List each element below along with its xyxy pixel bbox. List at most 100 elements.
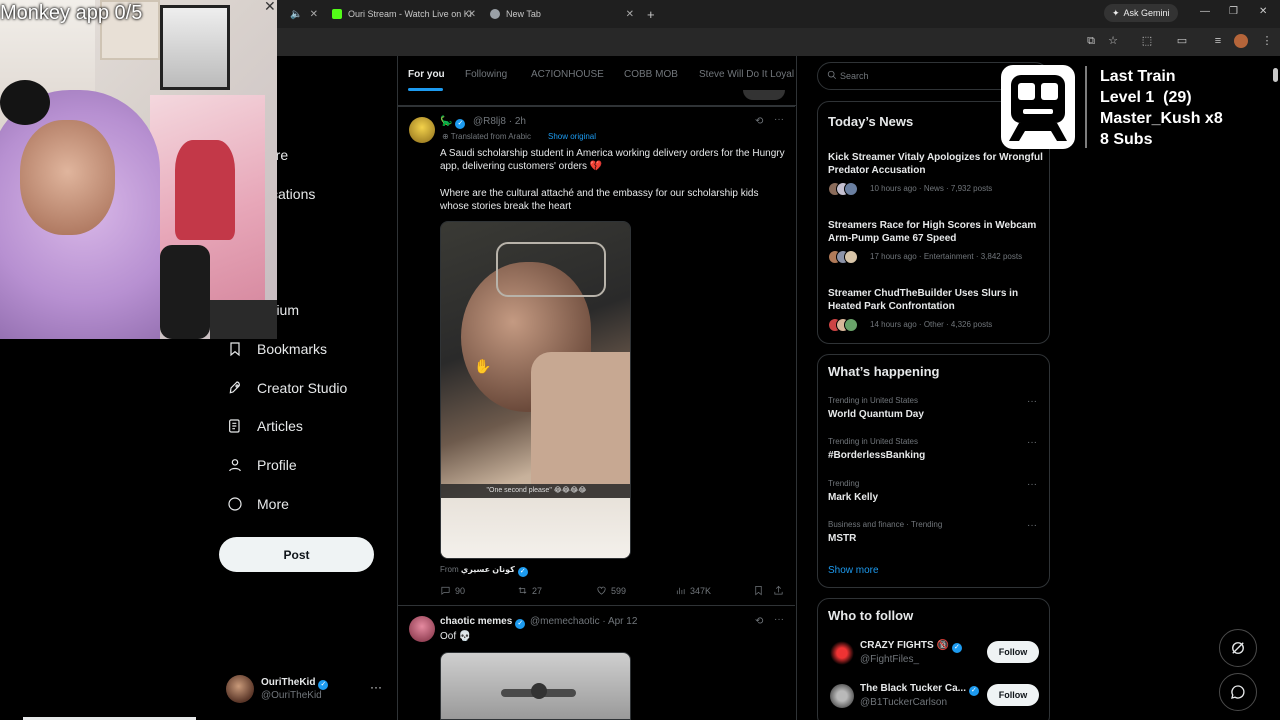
reply-button[interactable]: 90 [440,585,465,596]
more-icon[interactable]: ··· [774,114,784,125]
messages-fab[interactable] [1219,673,1257,711]
news-avatars [828,318,864,332]
active-tab-indicator [408,88,443,91]
verified-icon: ✓ [318,680,329,690]
nav-bookmarks[interactable]: Bookmarks [226,337,327,361]
repost-button[interactable]: 27 [517,585,542,596]
sidepanel-icon[interactable]: ▭ [1175,34,1189,48]
show-original-link[interactable]: Show original [548,132,596,141]
tab-ac7ionhouse[interactable]: AC7IONHOUSE [531,69,604,80]
share-button[interactable] [773,585,784,596]
avatar[interactable] [830,641,854,665]
tab-new-tab[interactable]: New Tab ✕ [490,3,634,25]
trend-name[interactable]: #BorderlessBanking [828,450,925,461]
video-source[interactable]: From كونان عسيري ✓ [440,565,531,577]
more-icon[interactable]: ··· [1027,396,1037,407]
kick-icon [332,9,342,19]
tweet-author[interactable]: 🦕 ✓ [440,116,468,129]
video-caption: "One second please" 😂😂😂😂 [441,484,630,498]
follow-suggestion-name[interactable]: The Black Tucker Ca... ✓ [860,683,982,696]
tweet-text: Where are the cultural attaché and the e… [440,188,759,212]
tab-cobb-mob[interactable]: COBB MOB [624,69,678,80]
tweet-author[interactable]: chaotic memes ✓ [440,616,528,629]
tweet-image[interactable] [440,652,631,720]
more-icon[interactable]: ··· [1027,479,1037,490]
tweet-video[interactable]: "One second please" 😂😂😂😂 [440,221,631,559]
close-icon[interactable]: ✕ [468,9,476,20]
trend-name[interactable]: MSTR [828,533,856,544]
trend-name[interactable]: Mark Kelly [828,492,878,503]
grok-icon[interactable]: ⟲ [755,616,763,627]
headphones-shape [0,80,50,125]
bookmark-button[interactable] [753,585,764,596]
news-headline[interactable]: Streamer ChudTheBuilder Uses Slurs in He… [828,287,1043,313]
news-meta: 17 hours ago · Entertainment · 3,842 pos… [870,252,1023,261]
kebab-menu-icon[interactable]: ⋮ [1260,34,1274,48]
tab-for-you[interactable]: For you [408,69,445,80]
close-icon[interactable]: ✕ [310,9,318,20]
new-tab-button[interactable]: + [647,3,659,25]
plus-icon: + [647,6,655,22]
news-meta: 10 hours ago · News · 7,932 posts [870,184,993,193]
follow-button[interactable]: Follow [987,684,1039,706]
nav-more[interactable]: More [226,492,289,516]
ceiling-fan-hub [531,683,547,699]
news-headline[interactable]: Kick Streamer Vitaly Apologizes for Wron… [828,151,1043,177]
nav-label: Articles [257,418,303,434]
more-icon[interactable]: ··· [1027,520,1037,531]
like-button[interactable]: 599 [596,585,626,596]
wall-frame [160,5,230,90]
grok-icon[interactable]: ⟲ [755,116,763,127]
scrollbar[interactable] [1272,56,1280,720]
sparkle-icon: ✦ [1112,7,1120,18]
profile-avatar-icon[interactable] [1234,34,1248,48]
avatar[interactable] [409,117,435,143]
scrollbar-thumb[interactable] [1273,68,1278,82]
more-icon[interactable]: ··· [774,614,784,625]
close-icon[interactable]: ✕ [264,0,276,15]
tab-audio-indicator[interactable]: 🔈 ✕ [290,3,318,25]
tab-following[interactable]: Following [465,69,507,80]
tweet-handle-time[interactable]: @memechaotic · Apr 12 [530,616,637,627]
account-switcher[interactable]: OuriTheKid ✓ @OuriTheKid ··· [226,674,386,704]
close-icon[interactable]: ✕ [626,9,634,20]
more-icon[interactable]: ··· [370,680,382,694]
tab-stream[interactable]: Ouri Stream - Watch Live on Ki ✕ [332,3,476,25]
avatar[interactable] [830,684,854,708]
search-icon [827,70,837,80]
ask-gemini-button[interactable]: ✦ Ask Gemini [1104,4,1178,22]
more-icon[interactable]: ··· [1027,437,1037,448]
star-icon[interactable]: ☆ [1106,34,1120,48]
tweet-handle-time[interactable]: @R8lj8 · 2h [473,116,526,127]
install-app-icon[interactable]: ⧉ [1084,34,1098,48]
nav-creator-studio[interactable]: Creator Studio [226,376,347,400]
trend-name[interactable]: World Quantum Day [828,409,924,420]
nav-label: Bookmarks [257,341,328,357]
post-button[interactable]: Post [219,537,374,572]
new-posts-pill[interactable] [743,90,785,100]
sweater-shape [531,352,630,502]
trend-context: Trending [828,479,860,488]
extensions-icon[interactable]: ⬚ [1140,34,1154,48]
minimize-icon[interactable]: — [1200,6,1210,17]
avatar[interactable] [409,616,435,642]
verified-icon: ✓ [968,686,979,696]
follow-suggestion-name[interactable]: CRAZY FIGHTS 🔞 ✓ [860,640,965,653]
nav-articles[interactable]: Articles [226,414,303,438]
tab-steve-will-do-it[interactable]: Steve Will Do It Loyal [699,69,794,80]
glasses-shape [496,242,606,297]
who-to-follow-panel: Who to follow CRAZY FIGHTS 🔞 ✓ @FightFile… [817,598,1050,720]
nav-profile[interactable]: Profile [226,453,297,477]
news-headline[interactable]: Streamers Race for High Scores in Webcam… [828,219,1043,245]
views-button[interactable]: 347K [675,585,711,596]
microphone-shape [160,245,210,339]
close-window-icon[interactable]: ✕ [1259,6,1267,17]
goal-text: Level 1 (29) [1100,89,1192,106]
grok-fab[interactable] [1219,629,1257,667]
avatar [226,675,254,703]
show-more-link[interactable]: Show more [828,565,879,576]
news-meta: 14 hours ago · Other · 4,326 posts [870,320,993,329]
reading-list-icon[interactable]: ≡ [1211,34,1225,48]
follow-button[interactable]: Follow [987,641,1039,663]
restore-icon[interactable]: ❐ [1229,6,1238,17]
